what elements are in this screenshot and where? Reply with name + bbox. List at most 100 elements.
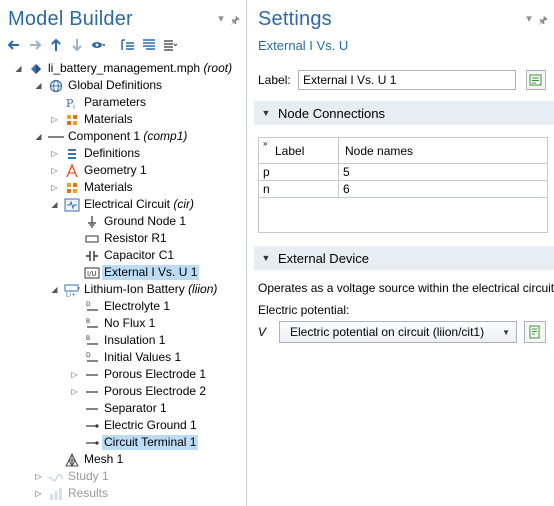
collapsed-arrow-icon[interactable]: ▷ — [70, 387, 79, 396]
table-row[interactable]: p 5 — [259, 164, 547, 181]
tree-node-text: Initial Values 1 — [104, 350, 182, 364]
tree-node-text: Definitions — [84, 146, 141, 160]
tree-node-text: Component 1 — [68, 129, 141, 143]
collapse-all-icon[interactable] — [141, 37, 157, 53]
tree-node[interactable]: D Electrolyte 1 — [0, 298, 246, 315]
tree-node[interactable]: Capacitor C1 — [0, 247, 246, 264]
collapsed-arrow-icon[interactable]: ▷ — [50, 149, 59, 158]
tree-node[interactable]: Ground Node 1 — [0, 213, 246, 230]
tree-node[interactable]: Mesh 1 — [0, 451, 246, 468]
expand-all-icon[interactable] — [120, 37, 136, 53]
tree-node[interactable]: Electric Ground 1 — [0, 417, 246, 434]
tree-node-label: Separator 1 — [102, 401, 169, 416]
edit-label-button[interactable] — [526, 70, 546, 90]
collapsed-arrow-icon[interactable]: ▷ — [50, 166, 59, 175]
tree-node[interactable]: Resistor R1 — [0, 230, 246, 247]
node-connections-section[interactable]: ▼ Node Connections — [254, 101, 554, 125]
mesh-icon — [64, 452, 80, 467]
svg-text:Li+: Li+ — [66, 291, 76, 297]
point-node-icon — [84, 435, 100, 450]
line-node-icon — [84, 401, 100, 416]
resistor-icon — [84, 231, 100, 246]
materials-icon — [64, 112, 80, 127]
panel-menu-icon[interactable]: ▾ — [526, 12, 532, 31]
panel-menu-icon[interactable]: ▾ — [218, 12, 224, 31]
tree-node-tag: (comp1) — [143, 129, 188, 143]
tree-node[interactable]: ▷ Materials — [0, 111, 246, 128]
chevron-down-icon: ▼ — [502, 328, 510, 337]
cell-label: n — [259, 181, 339, 197]
column-header-label[interactable]: » Label — [259, 138, 339, 163]
capacitor-icon — [84, 248, 100, 263]
expanded-arrow-icon[interactable]: ◢ — [50, 285, 59, 294]
tree-node[interactable]: D Initial Values 1 — [0, 349, 246, 366]
forward-arrow-icon[interactable] — [27, 37, 43, 53]
tree-node[interactable]: ▷ Definitions — [0, 145, 246, 162]
collapsed-arrow-icon[interactable]: ▷ — [34, 489, 43, 498]
expanded-arrow-icon[interactable]: ◢ — [34, 81, 43, 90]
electric-potential-select[interactable]: Electric potential on circuit (liion/cit… — [279, 321, 517, 343]
tree-node[interactable]: Separator 1 — [0, 400, 246, 417]
svg-text:D: D — [86, 352, 91, 359]
tree-node[interactable]: ◢ Component 1 (comp1) — [0, 128, 246, 145]
tree-node-text: Lithium-Ion Battery — [84, 282, 185, 296]
tree-node-text: Resistor R1 — [104, 231, 167, 245]
collapsed-arrow-icon[interactable]: ▷ — [50, 183, 59, 192]
tree-node[interactable]: ◢ Li+ Lithium-Ion Battery (liion) — [0, 281, 246, 298]
expanded-arrow-icon[interactable]: ◢ — [34, 132, 43, 141]
line-node-icon — [84, 367, 100, 382]
tree-node-label: Circuit Terminal 1 — [102, 435, 199, 450]
tree-node-label: Lithium-Ion Battery (liion) — [82, 282, 219, 297]
tree-node[interactable]: ◢ Electrical Circuit (cir) — [0, 196, 246, 213]
collapsed-arrow-icon[interactable]: ▷ — [50, 115, 59, 124]
svg-text:I/U: I/U — [87, 270, 97, 278]
pin-icon[interactable]: 🖈 — [538, 12, 548, 31]
tree-node-text: Porous Electrode 1 — [104, 367, 207, 381]
tree-node-label: Global Definitions — [66, 78, 164, 93]
electrical-circuit-icon — [64, 197, 80, 212]
svg-text:B: B — [86, 335, 90, 342]
tree-node-label: li_battery_management.mph (root) — [46, 61, 234, 76]
tree-node[interactable]: ◢ li_battery_management.mph (root) — [0, 60, 246, 77]
tree-node[interactable]: ▷ Study 1 — [0, 468, 246, 485]
tree-node-label: Mesh 1 — [82, 452, 125, 467]
tree-node[interactable]: ▷ Materials — [0, 179, 246, 196]
node-connections-table: » Label Node names p 5 n 6 — [258, 137, 548, 233]
tree-node[interactable]: B Insulation 1 — [0, 332, 246, 349]
expanded-arrow-icon[interactable]: ◢ — [14, 64, 23, 73]
show-icon[interactable] — [90, 37, 106, 53]
cell-node-name[interactable]: 5 — [339, 164, 547, 180]
tree-node[interactable]: ◢ Global Definitions — [0, 77, 246, 94]
tree-options-icon[interactable] — [162, 37, 178, 53]
edit-label-icon — [529, 74, 542, 86]
tree-node-label: Parameters — [82, 95, 148, 110]
collapsed-arrow-icon[interactable]: ▷ — [70, 370, 79, 379]
tree-node[interactable]: Pi Parameters — [0, 94, 246, 111]
go-to-source-button[interactable] — [524, 321, 546, 343]
tree-node-text: Porous Electrode 2 — [104, 384, 207, 398]
tree-node[interactable]: B No Flux 1 — [0, 315, 246, 332]
expanded-arrow-icon[interactable]: ◢ — [50, 200, 59, 209]
label-row: Label: — [258, 70, 548, 90]
cell-node-name[interactable]: 6 — [339, 181, 547, 197]
move-down-icon[interactable] — [69, 37, 85, 53]
move-up-icon[interactable] — [48, 37, 64, 53]
external-device-section[interactable]: ▼ External Device — [254, 246, 554, 270]
tree-node-text: Mesh 1 — [84, 452, 124, 466]
tree-node[interactable]: Circuit Terminal 1 — [0, 434, 246, 451]
table-row[interactable]: n 6 — [259, 181, 547, 198]
tree-node[interactable]: ▷ Results — [0, 485, 246, 502]
tree-node[interactable]: ▷ Geometry 1 — [0, 162, 246, 179]
column-header-node-names[interactable]: Node names — [339, 138, 547, 163]
tree-node[interactable]: ▷ Porous Electrode 2 — [0, 383, 246, 400]
tree-node[interactable]: I/U External I Vs. U 1 — [0, 264, 246, 281]
settings-panel: Settings ▾ 🖈 External I Vs. U Label: ▼ N… — [248, 0, 554, 506]
collapse-triangle-icon: ▼ — [261, 108, 271, 118]
collapsed-arrow-icon[interactable]: ▷ — [34, 472, 43, 481]
tree-node[interactable]: ▷ Porous Electrode 1 — [0, 366, 246, 383]
label-field[interactable] — [298, 70, 516, 90]
point-node-icon — [84, 418, 100, 433]
back-arrow-icon[interactable] — [6, 37, 22, 53]
pin-icon[interactable]: 🖈 — [230, 12, 240, 31]
tree-node-label: Initial Values 1 — [102, 350, 183, 365]
